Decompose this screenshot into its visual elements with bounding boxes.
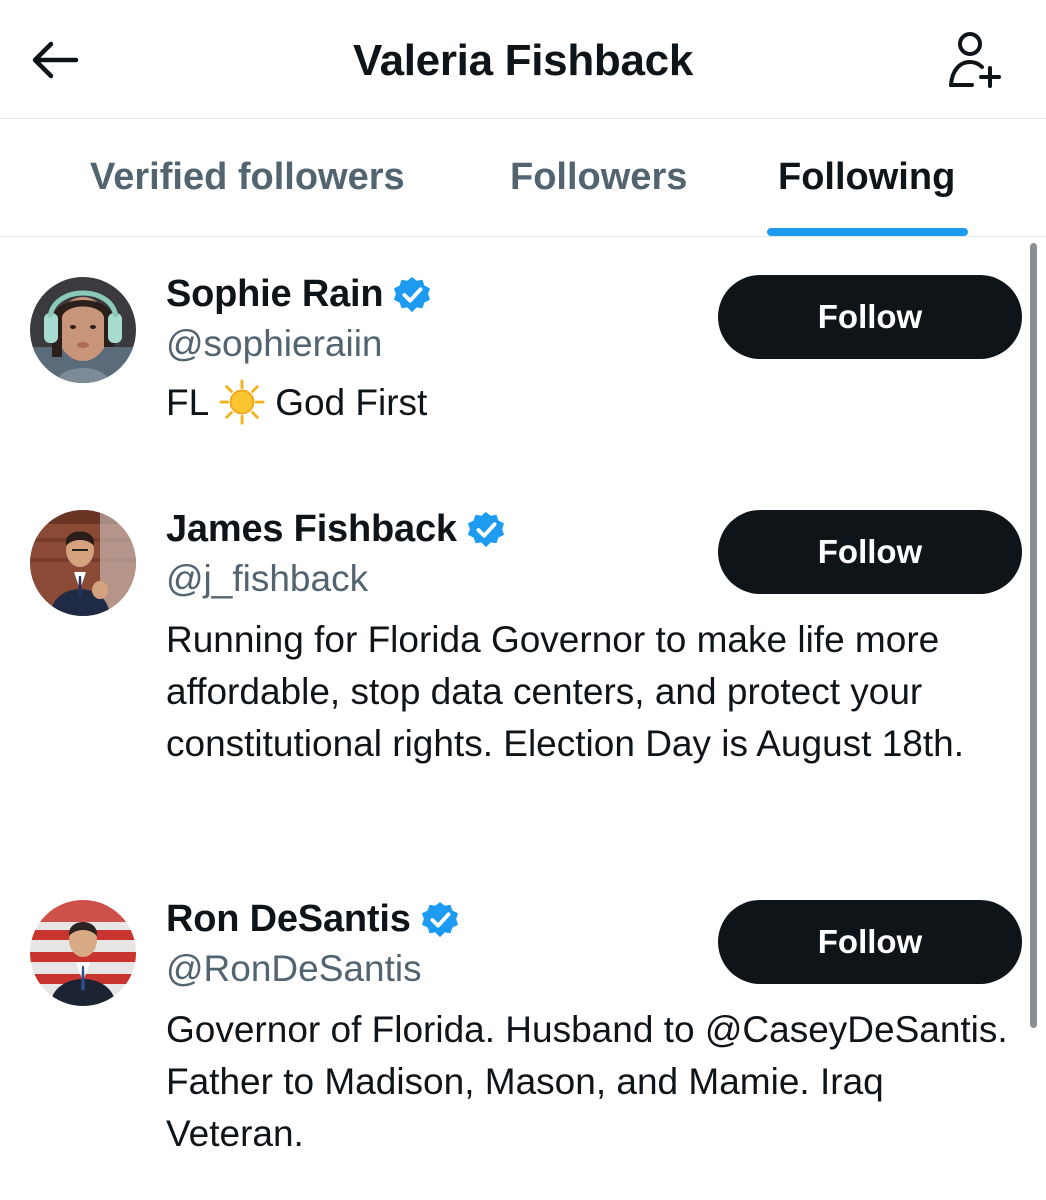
user-row-james-fishback[interactable]: James Fishback @j_fishback Running for F… [0, 472, 1030, 862]
follow-button[interactable]: Follow [718, 510, 1022, 594]
user-row-ron-desantis[interactable]: Ron DeSantis @RonDeSantis Governor of Fl… [0, 862, 1030, 1200]
user-bio: FL God First [166, 377, 1016, 429]
verified-badge-icon [421, 901, 458, 937]
user-name: Sophie Rain [166, 273, 384, 315]
user-name: Ron DeSantis [166, 898, 411, 940]
user-handle: @RonDeSantis [166, 948, 422, 989]
user-row-sophie-rain[interactable]: Sophie Rain @sophieraiin FL God First Fo… [0, 237, 1030, 472]
following-list: Sophie Rain @sophieraiin FL God First Fo… [0, 237, 1046, 1200]
user-handle: @j_fishback [166, 558, 369, 599]
user-name-line: Ron DeSantis [166, 898, 459, 941]
tab-followers[interactable]: Followers [510, 156, 687, 199]
following-page: Valeria Fishback Verified followers Foll… [0, 0, 1046, 1200]
scrollbar[interactable] [1030, 243, 1037, 1028]
avatar[interactable] [30, 900, 136, 1006]
avatar[interactable] [30, 510, 136, 616]
tab-following[interactable]: Following [778, 156, 955, 199]
user-bio: Running for Florida Governor to make lif… [166, 619, 964, 764]
follow-button[interactable]: Follow [718, 900, 1022, 984]
user-name-line: Sophie Rain [166, 273, 431, 316]
sun-emoji-icon [219, 379, 265, 425]
bio-text: FL [166, 382, 210, 423]
tab-verified-followers[interactable]: Verified followers [90, 156, 405, 199]
add-user-button[interactable] [946, 30, 1006, 90]
tab-bar: Verified followers Followers Following [0, 118, 1046, 237]
verified-badge-icon [467, 511, 504, 547]
user-name: James Fishback [166, 508, 457, 550]
verified-badge-icon [394, 276, 431, 312]
top-bar: Valeria Fishback [0, 0, 1046, 119]
follow-button[interactable]: Follow [718, 275, 1022, 359]
user-bio: Governor of Florida. Husband to @CaseyDe… [166, 1009, 1008, 1154]
avatar[interactable] [30, 277, 136, 383]
active-tab-indicator [767, 228, 968, 236]
page-title: Valeria Fishback [352, 36, 694, 85]
person-plus-icon [949, 32, 1001, 88]
user-name-line: James Fishback [166, 508, 505, 551]
user-handle: @sophieraiin [166, 323, 383, 364]
bio-text: God First [275, 382, 428, 423]
